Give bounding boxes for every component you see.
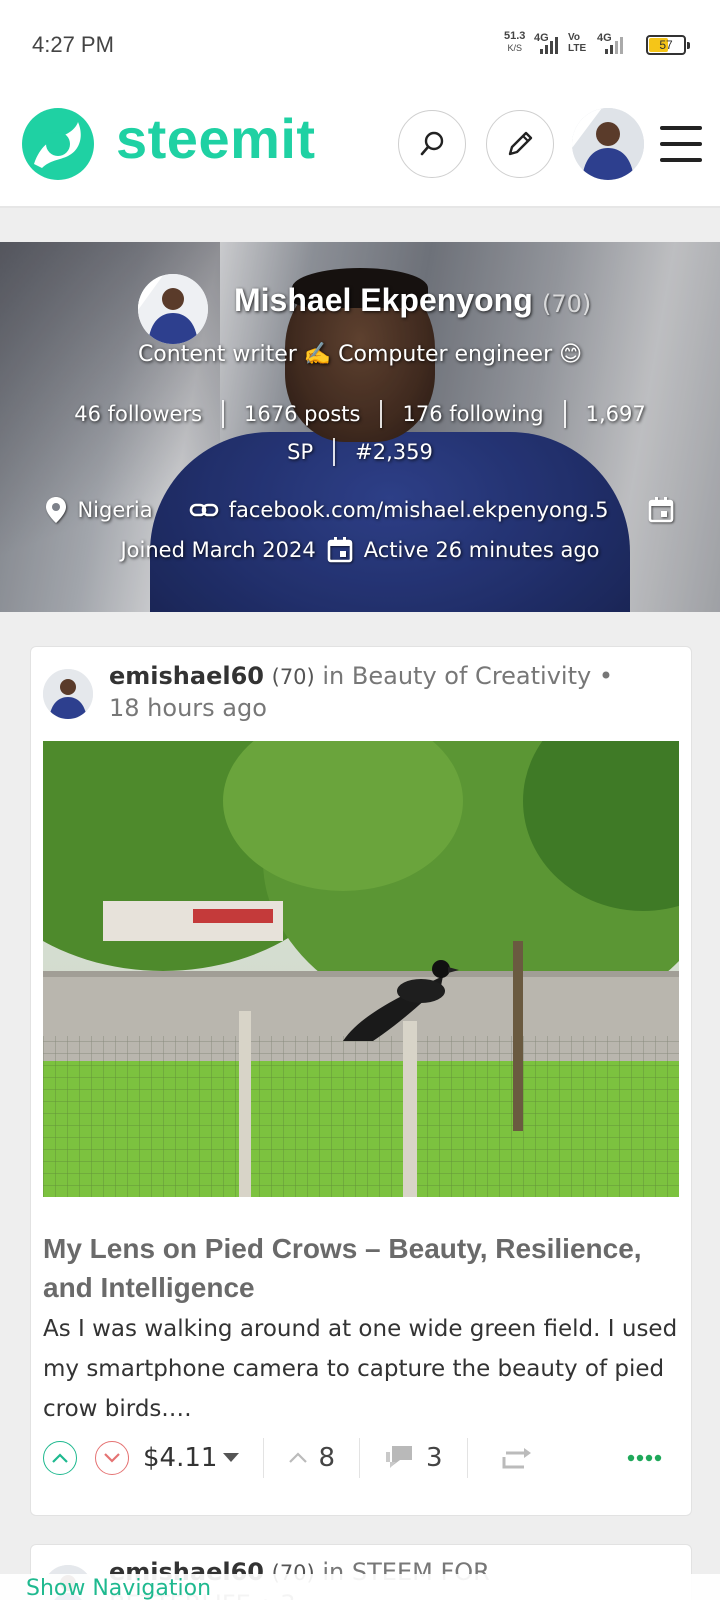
profile-reputation: (70) xyxy=(542,290,592,318)
profile-stats-row: 46 followers 1676 posts 176 following 1,… xyxy=(0,400,720,428)
battery-level: 57 xyxy=(659,38,673,52)
post-actions: $4.11 8 3 xyxy=(43,1433,679,1483)
profile-about: Content writer ✍️ Computer engineer 😊 xyxy=(137,342,583,367)
show-navigation-bar[interactable]: Show Navigation xyxy=(0,1574,720,1600)
votes-count[interactable]: 8 xyxy=(288,1443,335,1473)
status-bar: 4:27 PM 51.3 K/S 4G Vo LTE 4G 57 xyxy=(0,0,720,90)
payout-dropdown[interactable]: $4.11 xyxy=(143,1443,240,1473)
signal-sim2-icon: 4G xyxy=(597,32,637,54)
search-icon xyxy=(420,131,444,156)
post-in-label: in xyxy=(322,662,345,690)
hamburger-icon xyxy=(660,126,702,130)
comments-value: 3 xyxy=(425,1443,443,1473)
volte-icon: Vo LTE xyxy=(568,32,594,54)
link-icon xyxy=(189,503,218,517)
signal-sim1-icon: 4G xyxy=(534,32,564,54)
comment-icon xyxy=(385,1446,412,1468)
more-options-icon[interactable] xyxy=(627,1454,663,1462)
post-header: emishael60 (70) in Beauty of Creativity … xyxy=(109,661,629,724)
steem-power-value: 1,697 xyxy=(585,402,646,426)
following-link[interactable]: 176 following xyxy=(402,402,543,426)
profile-name: Mishael Ekpenyong xyxy=(234,282,533,318)
comments-count[interactable]: 3 xyxy=(384,1443,443,1473)
user-avatar-button[interactable] xyxy=(572,108,644,180)
menu-button[interactable] xyxy=(660,126,702,162)
upvote-button[interactable] xyxy=(43,1441,77,1475)
caret-down-icon xyxy=(223,1453,240,1462)
post-community[interactable]: Beauty of Creativity xyxy=(352,662,591,690)
post-author[interactable]: emishael60 xyxy=(109,662,264,690)
profile-meta-row: Nigeria facebook.com/mishael.ekpenyong.5 xyxy=(0,496,720,524)
rank-value: #2,359 xyxy=(355,440,433,464)
net-speed-value: 51.3 xyxy=(504,30,526,42)
profile-joined: Joined March 2024 xyxy=(120,538,316,562)
brand-name[interactable]: steemit xyxy=(116,106,316,171)
calendar-icon xyxy=(648,497,673,523)
profile-stats-row-2: SP #2,359 xyxy=(0,438,720,466)
calendar-icon xyxy=(327,537,353,563)
profile-meta-row-2: Joined March 2024 Active 26 minutes ago xyxy=(0,536,720,564)
pencil-icon xyxy=(508,131,533,156)
net-speed: 51.3 K/S xyxy=(504,30,525,54)
resteem-icon[interactable] xyxy=(502,1447,532,1469)
show-navigation-label[interactable]: Show Navigation xyxy=(26,1576,211,1600)
app-header: steemit xyxy=(0,90,720,208)
profile-active: Active 26 minutes ago xyxy=(363,538,600,562)
posts-link[interactable]: 1676 posts xyxy=(244,402,360,426)
compose-button[interactable] xyxy=(486,110,554,178)
status-time: 4:27 PM xyxy=(32,32,114,57)
volte-label: Vo LTE xyxy=(568,32,587,54)
avatar xyxy=(572,108,644,180)
chevron-up-icon xyxy=(289,1452,308,1463)
search-button[interactable] xyxy=(398,110,466,178)
profile-website-link[interactable]: facebook.com/mishael.ekpenyong.5 xyxy=(229,498,609,522)
downvote-button[interactable] xyxy=(95,1441,129,1475)
post-title[interactable]: My Lens on Pied Crows – Beauty, Resilien… xyxy=(43,1229,673,1307)
post-author-reputation: (70) xyxy=(271,665,315,689)
payout-value: $4.11 xyxy=(143,1443,218,1473)
votes-value: 8 xyxy=(318,1443,335,1473)
author-avatar[interactable] xyxy=(43,669,93,719)
post-excerpt[interactable]: As I was walking around at one wide gree… xyxy=(43,1309,679,1429)
steem-power-unit: SP xyxy=(287,440,314,464)
profile-location: Nigeria xyxy=(77,498,153,522)
chevron-up-icon xyxy=(52,1453,68,1463)
post-card: emishael60 (70) in Beauty of Creativity … xyxy=(30,646,692,1516)
net-speed-unit: K/S xyxy=(507,43,522,53)
chevron-down-icon xyxy=(104,1453,120,1463)
battery-icon: 57 xyxy=(646,35,690,55)
location-pin-icon xyxy=(46,497,67,523)
post-thumbnail[interactable] xyxy=(43,741,679,1197)
profile-banner: Mishael Ekpenyong (70) Content writer ✍️… xyxy=(0,242,720,612)
profile-avatar xyxy=(138,274,208,344)
steemit-logo-icon[interactable] xyxy=(20,106,96,182)
followers-link[interactable]: 46 followers xyxy=(74,402,202,426)
